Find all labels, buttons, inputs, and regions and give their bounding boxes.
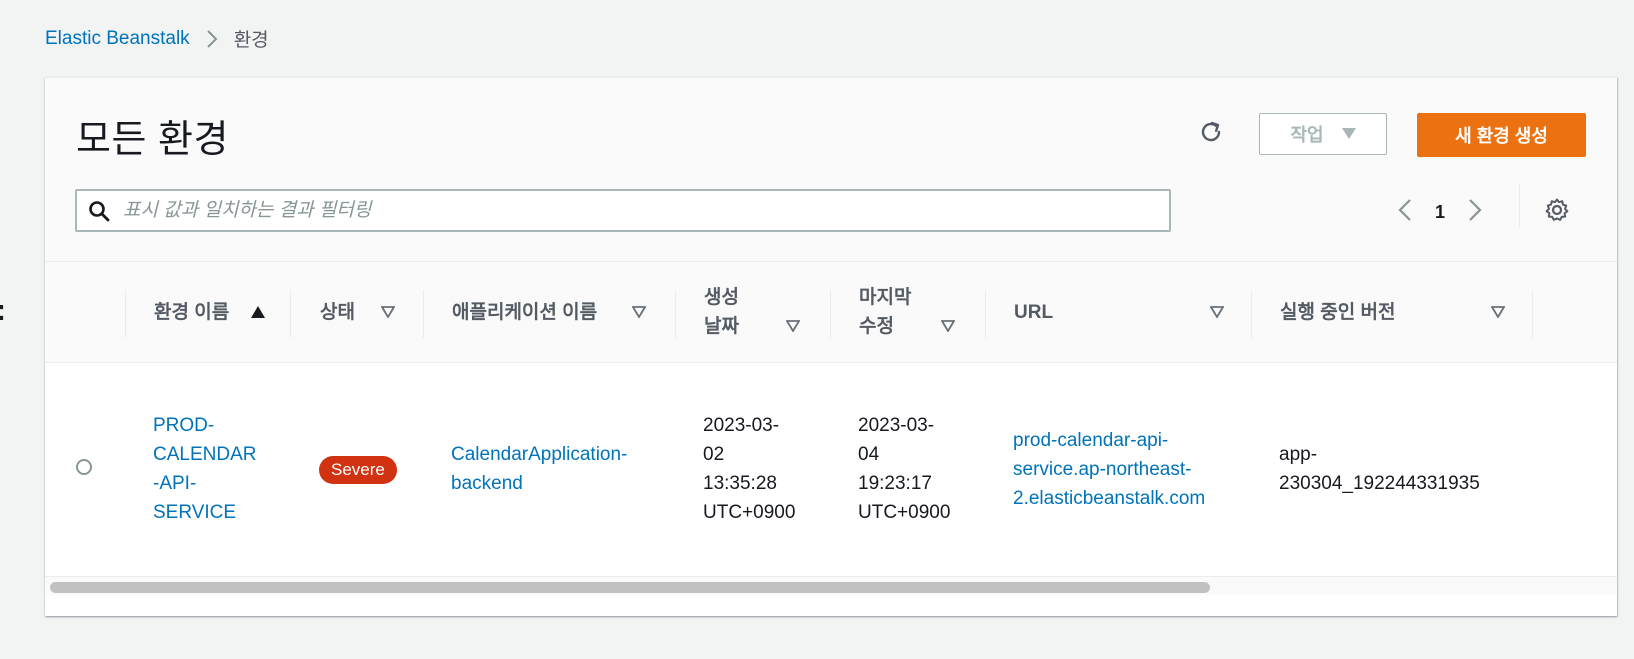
column-header-label: 생성 날짜 <box>704 287 739 337</box>
column-divider <box>985 290 986 338</box>
status-badge: Severe <box>319 456 397 484</box>
running-version: app- 230304_192244331935 <box>1279 444 1480 494</box>
caret-down-icon <box>1341 128 1356 139</box>
sort-unsorted-icon <box>786 320 800 332</box>
environment-name-link[interactable]: PROD- CALENDAR -API- SERVICE <box>153 411 256 527</box>
scrollbar-thumb[interactable] <box>50 582 1210 593</box>
chevron-left-icon[interactable] <box>1397 197 1413 228</box>
refresh-icon <box>1201 121 1221 142</box>
column-header-label: 실행 중인 버전 <box>1280 301 1396 323</box>
created-date: 2023-03- 02 13:35:28 UTC+0900 <box>703 415 796 523</box>
table-column-headers: 환경 이름 상태 애플리케이션 이름 생성 날짜 마지막 수정 URL 실행 중… <box>45 262 1617 363</box>
pagination: 1 <box>1397 192 1483 232</box>
environments-table-container: 모든 환경 작업 새 환경 생성 1 <box>45 77 1617 616</box>
column-header-label: 애플리케이션 이름 <box>452 301 598 323</box>
sort-unsorted-icon <box>632 306 646 318</box>
sort-unsorted-icon <box>1210 306 1224 318</box>
column-header-label: 환경 이름 <box>154 301 230 323</box>
column-header-label: URL <box>1014 301 1054 323</box>
chevron-right-icon <box>206 29 218 49</box>
chevron-right-icon[interactable] <box>1467 197 1483 228</box>
column-header-label: 마지막 수정 <box>859 287 912 337</box>
column-header-application[interactable]: 애플리케이션 이름 <box>452 262 677 362</box>
row-select-radio[interactable] <box>76 459 92 475</box>
breadcrumb-root-link[interactable]: Elastic Beanstalk <box>45 28 190 50</box>
column-header-name[interactable]: 환경 이름 <box>154 262 289 362</box>
sort-ascending-icon <box>250 305 266 319</box>
column-divider <box>1251 290 1252 338</box>
modified-date: 2023-03- 04 19:23:17 UTC+0900 <box>858 415 951 523</box>
column-divider <box>1532 290 1533 338</box>
breadcrumb: Elastic Beanstalk 환경 <box>45 25 269 52</box>
application-name-link[interactable]: CalendarApplication- backend <box>451 440 627 498</box>
actions-dropdown-button[interactable]: 작업 <box>1259 113 1387 155</box>
table-row[interactable]: PROD- CALENDAR -API- SERVICE Severe Cale… <box>45 363 1617 575</box>
sort-unsorted-icon <box>381 306 395 318</box>
search-icon <box>77 200 121 222</box>
environment-url-link[interactable]: prod-calendar-api- service.ap-northeast-… <box>1013 426 1205 513</box>
create-environment-button[interactable]: 새 환경 생성 <box>1417 113 1586 157</box>
actions-label: 작업 <box>1290 125 1324 145</box>
refresh-button[interactable] <box>1193 114 1229 150</box>
sort-unsorted-icon <box>1491 306 1505 318</box>
breadcrumb-current: 환경 <box>233 30 269 51</box>
preferences-button[interactable] <box>1542 195 1572 225</box>
column-divider <box>830 290 831 338</box>
page-title: 모든 환경 <box>76 119 229 161</box>
gear-icon <box>1545 198 1569 221</box>
pagination-divider <box>1519 184 1520 228</box>
horizontal-scrollbar[interactable] <box>45 576 1617 595</box>
column-header-url[interactable]: URL <box>1014 262 1249 362</box>
search-input[interactable] <box>121 190 1169 231</box>
column-header-label: 상태 <box>320 301 355 323</box>
column-header-status[interactable]: 상태 <box>320 262 425 362</box>
column-divider <box>423 290 424 338</box>
search-filter-box[interactable] <box>75 189 1171 232</box>
column-divider <box>125 290 126 338</box>
left-edge-dots-icon: : <box>0 296 6 326</box>
column-header-modified[interactable]: 마지막 수정 <box>859 262 984 362</box>
sort-unsorted-icon <box>941 320 955 332</box>
current-page-number[interactable]: 1 <box>1435 202 1445 223</box>
column-header-version[interactable]: 실행 중인 버전 <box>1280 262 1530 362</box>
table-header-area: 모든 환경 작업 새 환경 생성 1 <box>45 78 1617 262</box>
column-divider <box>290 290 291 338</box>
column-header-created[interactable]: 생성 날짜 <box>704 262 829 362</box>
column-divider <box>675 290 676 338</box>
